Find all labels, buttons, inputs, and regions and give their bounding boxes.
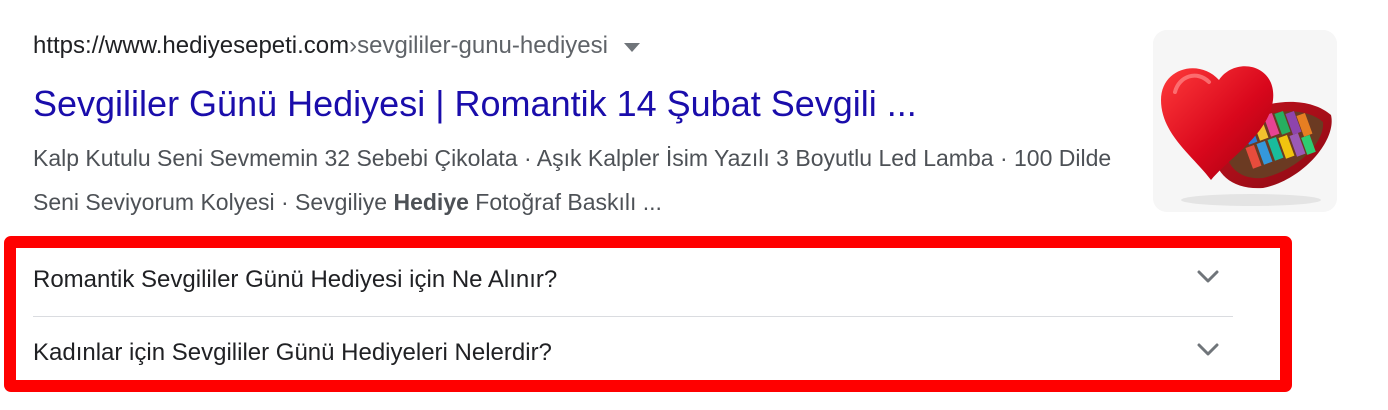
heart-chocolate-box-image [1153, 30, 1337, 212]
triangle-down-icon[interactable] [623, 42, 640, 52]
url-path[interactable]: sevgililer-gunu-hediyesi [357, 28, 608, 64]
result-snippet: Kalp Kutulu Seni Sevmemin 32 Sebebi Çiko… [33, 136, 1128, 224]
faq-question: Romantik Sevgililer Günü Hediyesi için N… [33, 266, 558, 293]
faq-item[interactable]: Kadınlar için Sevgililer Günü Hediyeleri… [33, 317, 1233, 389]
result-thumbnail[interactable] [1153, 30, 1337, 212]
faq-item[interactable]: Romantik Sevgililer Günü Hediyesi için N… [33, 244, 1233, 317]
snippet-text-end: Fotoğraf Baskılı ... [468, 189, 662, 215]
faq-accordion: Romantik Sevgililer Günü Hediyesi için N… [33, 244, 1233, 389]
faq-question: Kadınlar için Sevgililer Günü Hediyeleri… [33, 339, 552, 366]
chevron-down-icon[interactable] [1197, 343, 1219, 357]
url-separator: › [349, 32, 358, 59]
url-domain[interactable]: https://www.hediyesepeti.com [33, 28, 349, 64]
snippet-bold-term: Hediye [393, 189, 469, 215]
result-title-link[interactable]: Sevgililer Günü Hediyesi | Romantik 14 Ş… [33, 79, 917, 129]
search-result: https://www.hediyesepeti.com › sevgilile… [0, 0, 1388, 410]
chevron-down-icon[interactable] [1197, 270, 1219, 284]
result-url: https://www.hediyesepeti.com › sevgilile… [33, 28, 640, 64]
